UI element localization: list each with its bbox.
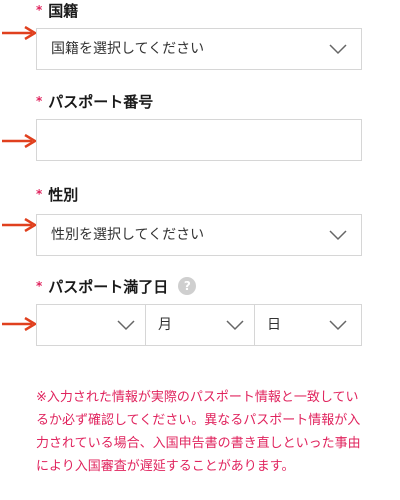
chevron-down-icon xyxy=(329,44,347,55)
expiry-year-select[interactable] xyxy=(37,305,145,345)
chevron-down-icon xyxy=(329,230,347,241)
nationality-placeholder: 国籍を選択してください xyxy=(51,41,205,57)
question-circle-icon[interactable]: ? xyxy=(178,277,197,295)
red-arrow-icon xyxy=(2,218,38,232)
passport-expiry-label-text: パスポート満了日 xyxy=(48,277,169,296)
expiry-month-value: 月 xyxy=(158,317,172,333)
red-arrow-icon xyxy=(2,134,38,148)
verification-note: ※入力された情報が実際のパスポート情報と一致しているか必ず確認してください。異な… xyxy=(36,390,361,474)
red-arrow-icon xyxy=(2,26,38,40)
passport-number-input[interactable] xyxy=(36,119,362,161)
passport-expiry-date: 月 日 xyxy=(36,304,362,346)
gender-label: * 性別 xyxy=(36,184,78,204)
expiry-month-select[interactable]: 月 xyxy=(146,305,254,345)
required-mark: * xyxy=(36,279,43,293)
red-arrow-icon xyxy=(2,317,38,331)
passport-number-label-text: パスポート番号 xyxy=(48,92,154,111)
chevron-down-icon xyxy=(226,320,244,331)
required-mark: * xyxy=(36,3,43,17)
chevron-down-icon xyxy=(117,320,135,331)
expiry-day-select[interactable]: 日 xyxy=(255,305,361,345)
chevron-down-icon xyxy=(329,320,347,331)
gender-placeholder: 性別を選択してください xyxy=(51,227,205,243)
expiry-day-value: 日 xyxy=(267,317,281,333)
gender-label-text: 性別 xyxy=(48,185,79,204)
nationality-label-text: 国籍 xyxy=(48,1,79,20)
required-mark: * xyxy=(36,187,43,201)
nationality-select[interactable]: 国籍を選択してください xyxy=(36,28,362,70)
passport-expiry-label: * パスポート満了日 ? xyxy=(36,276,197,296)
required-mark: * xyxy=(36,94,43,108)
nationality-label: * 国籍 xyxy=(36,0,78,20)
passport-number-label: * パスポート番号 xyxy=(36,91,153,111)
gender-select[interactable]: 性別を選択してください xyxy=(36,214,362,256)
